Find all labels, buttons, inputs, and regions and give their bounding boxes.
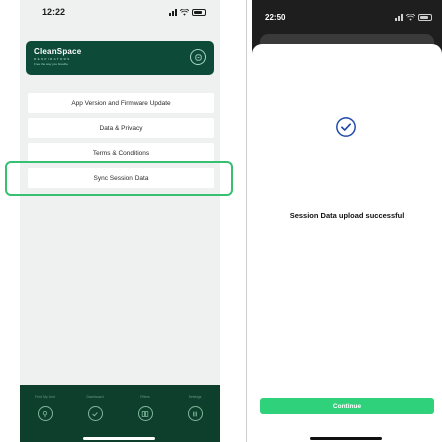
menu-item-terms[interactable]: Terms & Conditions <box>28 143 214 163</box>
nav-find-my-unit[interactable]: Find My Unit <box>25 395 65 442</box>
status-bar: 12:22 <box>20 0 220 24</box>
nav-dashboard[interactable]: Dashboard <box>75 395 115 442</box>
success-message: Session Data upload successful <box>289 211 405 220</box>
highlight-outline <box>5 161 233 196</box>
home-indicator <box>310 437 382 440</box>
signal-icon <box>395 13 403 21</box>
brand-header: CleanSpace RESPIRATORS Free the way you … <box>26 41 214 75</box>
status-bar: 22:50 <box>252 0 442 34</box>
respirator-icon[interactable] <box>190 49 206 65</box>
menu-item-firmware-update[interactable]: App Version and Firmware Update <box>28 93 214 113</box>
continue-button[interactable]: Continue <box>260 398 434 414</box>
check-icon <box>87 406 103 421</box>
right-phone-screen: 22:50 Session Data upload successful Con… <box>252 0 442 442</box>
nav-label: Settings <box>188 395 202 399</box>
battery-icon <box>192 8 206 16</box>
nav-label: Find My Unit <box>35 395 55 399</box>
check-circle-icon <box>336 117 356 137</box>
screen-divider <box>246 0 247 442</box>
brand-name: CleanSpace <box>34 47 82 56</box>
filter-icon <box>137 406 153 421</box>
nav-settings[interactable]: Settings <box>175 395 215 442</box>
left-phone-screen: 12:22 CleanSpace RESPIRATORS Free the wa… <box>20 0 220 442</box>
brand-tagline: Free the way you breathe <box>34 62 69 66</box>
wifi-icon <box>406 13 415 21</box>
status-time: 22:50 <box>265 12 286 22</box>
settings-icon <box>187 406 203 421</box>
nav-filters[interactable]: Filters <box>125 395 165 442</box>
menu-item-data-privacy[interactable]: Data & Privacy <box>28 118 214 138</box>
wifi-icon <box>180 8 189 16</box>
status-time: 12:22 <box>42 7 66 17</box>
brand-subtitle: RESPIRATORS <box>34 57 71 61</box>
success-sheet: Session Data upload successful Continue <box>252 44 442 442</box>
nav-label: Dashboard <box>86 395 104 399</box>
signal-icon <box>169 8 177 16</box>
bottom-nav: Find My Unit Dashboard Filters Settings <box>20 385 220 442</box>
status-icons <box>395 13 432 21</box>
battery-icon <box>418 13 432 21</box>
nav-label: Filters <box>140 395 150 399</box>
location-icon <box>37 406 53 421</box>
home-indicator <box>83 437 155 440</box>
status-icons <box>169 8 206 16</box>
